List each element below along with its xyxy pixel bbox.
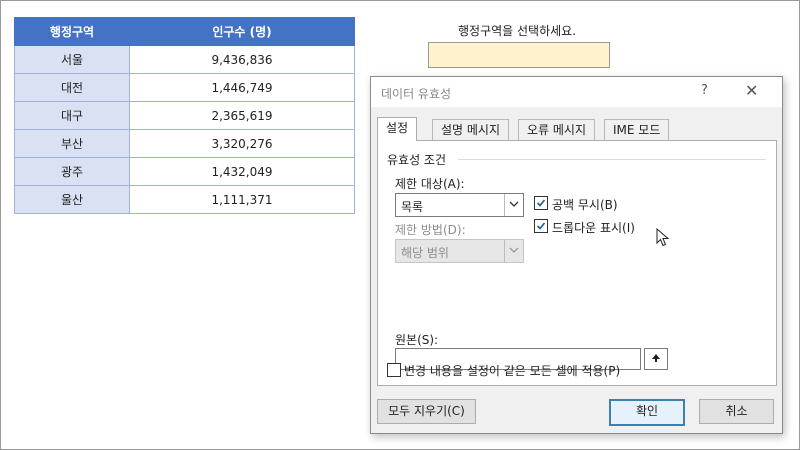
header-region[interactable]: 행정구역 (14, 17, 130, 46)
chevron-down-icon[interactable] (504, 194, 523, 216)
header-population[interactable]: 인구수 (명) (129, 17, 355, 46)
apply-all-checkbox[interactable] (387, 363, 401, 377)
table-row: 부산 3,320,276 (14, 129, 355, 158)
source-label: 원본(S): (395, 333, 439, 347)
validation-criteria-title: 유효성 조건 (387, 153, 447, 167)
table-row: 대전 1,446,749 (14, 73, 355, 102)
region-cell[interactable]: 대전 (14, 73, 130, 102)
cancel-button[interactable]: 취소 (699, 399, 774, 424)
table-row: 서울 9,436,836 (14, 45, 355, 74)
ignore-blank-checkbox[interactable] (534, 196, 548, 210)
region-cell[interactable]: 광주 (14, 157, 130, 186)
data-value: 해당 범위 (401, 246, 449, 260)
allow-value: 목록 (401, 200, 424, 214)
ok-button[interactable]: 확인 (609, 399, 685, 426)
dropdown-checkbox[interactable] (534, 219, 548, 233)
collapse-range-icon[interactable] (644, 348, 668, 370)
close-icon[interactable]: ✕ (745, 81, 758, 100)
table-row: 울산 1,111,371 (14, 185, 355, 214)
population-cell[interactable]: 1,111,371 (129, 185, 355, 214)
population-cell[interactable]: 2,365,619 (129, 101, 355, 130)
region-cell[interactable]: 부산 (14, 129, 130, 158)
population-table: 행정구역 인구수 (명) 서울 9,436,836 대전 1,446,749 대… (14, 17, 355, 214)
dialog-title: 데이터 유효성 (381, 87, 452, 101)
mouse-pointer-icon (656, 227, 670, 251)
select-region-prompt: 행정구역을 선택하세요. (457, 24, 577, 38)
dialog-titlebar[interactable]: 데이터 유효성 ? ✕ (371, 77, 782, 107)
population-cell[interactable]: 1,432,049 (129, 157, 355, 186)
data-select: 해당 범위 (395, 239, 524, 263)
tab-ime-mode[interactable]: IME 모드 (604, 119, 670, 140)
help-button[interactable]: ? (701, 83, 708, 98)
data-label: 제한 방법(D): (395, 223, 466, 237)
population-cell[interactable]: 9,436,836 (129, 45, 355, 74)
population-cell[interactable]: 3,320,276 (129, 129, 355, 158)
population-cell[interactable]: 1,446,749 (129, 73, 355, 102)
group-divider (458, 159, 766, 160)
table-row: 대구 2,365,619 (14, 101, 355, 130)
settings-panel: 유효성 조건 제한 대상(A): 목록 제한 방법(D): 해당 범위 공백 무… (377, 140, 777, 386)
dropdown-label[interactable]: 드롭다운 표시(I) (552, 219, 635, 236)
apply-all-label[interactable]: 변경 내용을 설정이 같은 모든 셀에 적용(P) (404, 362, 620, 379)
tab-settings[interactable]: 설정 (377, 117, 418, 141)
clear-all-button[interactable]: 모두 지우기(C) (377, 399, 476, 424)
ignore-blank-label[interactable]: 공백 무시(B) (552, 196, 618, 213)
tab-error-alert[interactable]: 오류 메시지 (518, 119, 596, 140)
allow-label: 제한 대상(A): (395, 177, 465, 191)
region-cell[interactable]: 대구 (14, 101, 130, 130)
region-cell[interactable]: 서울 (14, 45, 130, 74)
data-validation-dialog: 데이터 유효성 ? ✕ 설정 설명 메시지 오류 메시지 IME 모드 유효성 … (370, 76, 783, 434)
region-cell[interactable]: 울산 (14, 185, 130, 214)
table-row: 광주 1,432,049 (14, 157, 355, 186)
tab-input-message[interactable]: 설명 메시지 (432, 119, 510, 140)
allow-select[interactable]: 목록 (395, 193, 524, 217)
chevron-down-icon (504, 240, 523, 262)
region-input-cell[interactable] (428, 42, 610, 68)
